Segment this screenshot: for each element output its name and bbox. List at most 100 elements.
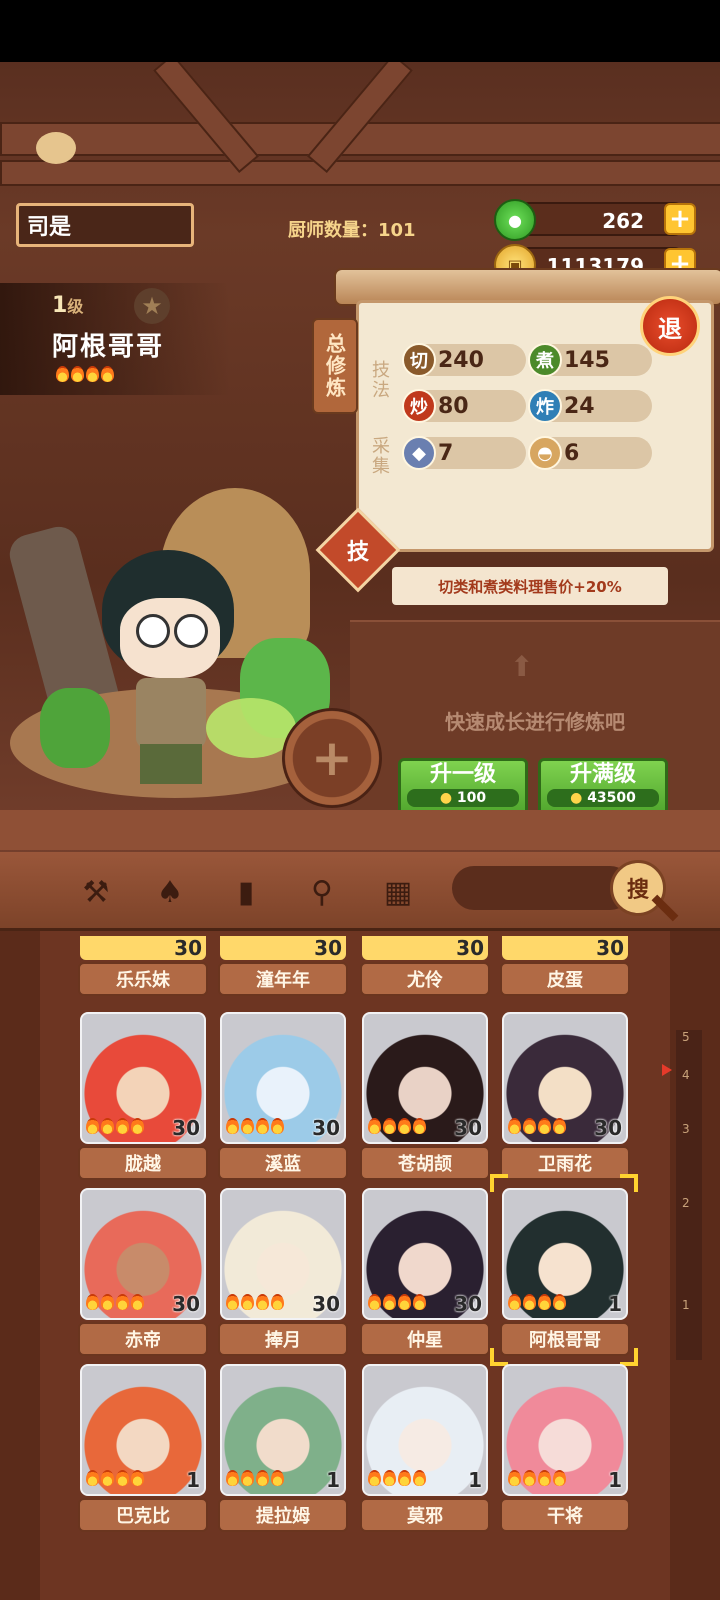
chef-card-partial[interactable]: 30 [502,936,628,960]
flame-icon [368,1470,381,1486]
total-training-tag[interactable]: 总修炼 [312,318,358,414]
flame-icon [101,1294,114,1310]
stage-floor [0,810,720,850]
stat-fish: ◆ 7 [402,436,526,470]
flame-icon [508,1470,521,1486]
chef-rank-flames [56,366,116,386]
selection-corner [490,1174,508,1192]
chef-card[interactable]: 30 [502,1012,628,1144]
skill-badge-label: 技 [346,540,369,565]
flame-icon [241,1294,254,1310]
chef-card-name[interactable]: 干将 [500,1498,630,1532]
chef-card[interactable]: 1 [80,1364,206,1496]
chef-card-partial[interactable]: 30 [362,936,488,960]
flame-icon [553,1294,566,1310]
chef-card-flames [226,1118,286,1138]
chef-card-level: 1 [468,1468,482,1492]
jar-icon[interactable]: ▮ [226,872,266,912]
chef-card-name[interactable]: 莫邪 [360,1498,490,1532]
chef-card-name[interactable]: 卫雨花 [500,1146,630,1180]
fry-icon: 炸 [528,389,562,423]
flame-icon [413,1118,426,1134]
selection-corner [490,1348,508,1366]
chef-card-partial[interactable]: 30 [220,936,346,960]
shovel-icon[interactable]: ⚒ [76,872,116,912]
chef-card-flames [368,1470,428,1490]
flame-icon [523,1294,536,1310]
chef-count-label: 厨师数量：101 [288,220,416,241]
add-jade-button[interactable]: + [664,203,696,235]
growth-hint: 快速成长进行修炼吧 [445,710,625,734]
chef-level-unit: 级 [67,297,84,316]
ruler-tick: 2 [682,1196,690,1210]
chef-card-name[interactable]: 乐乐妹 [78,962,208,996]
chef-card-name[interactable]: 胧越 [78,1146,208,1180]
flame-icon [131,1118,144,1134]
player-name-box[interactable]: 司是 [16,203,194,247]
chef-card-name[interactable]: 潼年年 [218,962,348,996]
chef-card-name[interactable]: 赤帝 [78,1322,208,1356]
skill-effect-text: 切类和煮类料理售价+20% [392,567,668,605]
rafter-right [306,62,413,174]
chef-card-name[interactable]: 皮蛋 [500,962,630,996]
chef-card-level: 30 [172,1116,200,1140]
chef-card-flames [508,1118,568,1138]
chef-card-name[interactable]: 巴克比 [78,1498,208,1532]
chef-shirt [136,678,206,748]
chef-card-name[interactable]: 苍胡颉 [360,1146,490,1180]
chef-card-name[interactable]: 提拉姆 [218,1498,348,1532]
stat-fry: 炸 24 [528,389,652,423]
stat-bun-value: 6 [564,440,580,466]
chef-card-name[interactable]: 阿根哥哥 [500,1322,630,1356]
flame-icon [256,1470,269,1486]
flame-icon [553,1118,566,1134]
flame-icon [523,1118,536,1134]
location-pin-icon[interactable]: ⚲ [302,872,342,912]
chef-card[interactable]: 1 [362,1364,488,1496]
chef-card[interactable]: 30 [80,1012,206,1144]
chef-card-flames [368,1294,428,1314]
chef-card-level: 30 [454,1116,482,1140]
star-icon[interactable]: ★ [134,288,170,324]
stirfry-icon: 炒 [402,389,436,423]
flame-icon [226,1294,239,1310]
flame-icon [86,366,99,382]
flame-icon [86,1118,99,1134]
ruler-tick: 5 [682,1030,690,1044]
add-equipment-button[interactable]: + [282,708,382,808]
chef-card-partial[interactable]: 30 [80,936,206,960]
chef-card-flames [508,1470,568,1490]
cactus-left [40,688,110,768]
upgrade-max-label: 升满级 [569,762,636,787]
search-input[interactable] [452,866,632,910]
map-icon[interactable]: ▦ [378,872,418,912]
coin-icon: ● [439,790,457,806]
chef-card-name[interactable]: 溪蓝 [218,1146,348,1180]
chef-card-name[interactable]: 仲星 [360,1322,490,1356]
chef-card[interactable]: 1 [502,1364,628,1496]
chef-card-flames [226,1470,286,1490]
chef-shorts [140,744,202,784]
flame-icon [553,1470,566,1486]
chef-card[interactable]: 30 [362,1012,488,1144]
flame-icon [538,1118,551,1134]
roof-beam-lower [0,160,720,186]
chef-card[interactable]: 1 [220,1364,346,1496]
stat-stirfry: 炒 80 [402,389,526,423]
arrow-up-icon: ⬆ [510,650,534,683]
chef-card[interactable]: 30 [220,1012,346,1144]
search-button[interactable]: 搜 [610,860,666,916]
scroll-ruler[interactable]: 5 4 3 2 1 [676,1030,702,1360]
chef-card[interactable]: 1 [502,1188,628,1320]
spade-icon[interactable]: ♠ [150,872,190,912]
chef-card[interactable]: 30 [220,1188,346,1320]
chef-card[interactable]: 30 [80,1188,206,1320]
chef-card[interactable]: 30 [362,1188,488,1320]
exit-button[interactable]: 退 [640,296,700,356]
chef-card-name[interactable]: 捧月 [218,1322,348,1356]
selection-corner [620,1174,638,1192]
flame-icon [256,1118,269,1134]
flame-icon [116,1118,129,1134]
chef-card-flames [368,1118,428,1138]
chef-card-name[interactable]: 尤伶 [360,962,490,996]
